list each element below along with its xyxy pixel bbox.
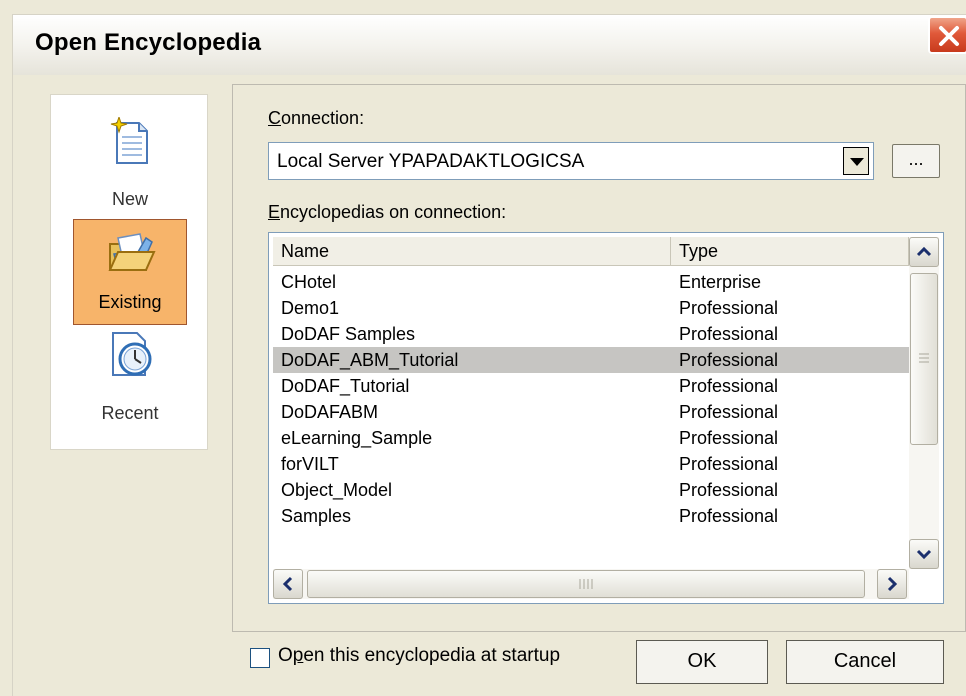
row-name: forVILT [281,454,339,474]
scroll-down-button[interactable] [909,539,939,569]
mode-existing-label: Existing [98,292,162,312]
table-row[interactable]: Object_Model Professional [273,477,909,503]
row-name: DoDAF_Tutorial [281,376,410,396]
connection-select[interactable]: Local Server YPAPADAKTLOGICSA [268,142,874,180]
encyclopedia-list[interactable]: Name Type CHotel Enterprise Demo1 Professio… [268,232,944,604]
ok-button[interactable]: OK [636,640,768,684]
mode-panel: New Existing Recent [50,94,208,450]
row-name: CHotel [281,272,337,292]
scroll-up-button[interactable] [909,237,939,267]
connection-value: Local Server YPAPADAKTLOGICSA [277,151,585,172]
row-name: DoDAF_ABM_Tutorial [281,350,459,370]
table-row[interactable]: Demo1 Professional [273,295,909,321]
table-row[interactable]: CHotel Enterprise [273,269,909,295]
open-at-startup-label[interactable]: Open this encyclopedia at startup [278,645,560,667]
row-type: Professional [679,402,779,422]
row-name: Object_Model [281,480,393,500]
cancel-button[interactable]: Cancel [786,640,944,684]
row-type: Enterprise [679,272,762,292]
scroll-left-button[interactable] [273,569,303,599]
column-header-name[interactable]: Name [273,237,671,265]
row-name: DoDAFABM [281,402,379,422]
mode-new-label: New [111,189,148,209]
row-name: eLearning_Sample [281,428,433,448]
row-type: Professional [679,376,779,396]
table-row[interactable]: Samples Professional [273,503,909,529]
mode-new[interactable]: New [73,105,187,211]
open-folder-icon [108,233,156,271]
close-button[interactable] [928,16,966,54]
title-bar: Open Encyclopedia [12,14,966,75]
mode-recent[interactable]: Recent [73,329,187,435]
new-document-icon [110,117,148,164]
row-type: Professional [679,350,779,370]
grip-icon [919,353,929,363]
browse-connection-button[interactable]: ... [892,144,940,178]
vertical-scrollbar[interactable] [909,237,939,569]
scroll-right-button[interactable] [877,569,907,599]
row-type: Professional [679,454,779,474]
table-row[interactable]: DoDAFABM Professional [273,399,909,425]
arrow-left-icon [282,576,293,592]
row-type: Professional [679,298,779,318]
window-frame [12,74,13,696]
arrow-right-icon [887,576,898,592]
column-header-type[interactable]: Type [671,237,909,265]
mode-recent-label: Recent [101,403,159,423]
table-row[interactable]: DoDAF Samples Professional [273,321,909,347]
connection-label: Connection: [268,108,365,128]
horizontal-scroll-thumb[interactable] [307,570,865,598]
row-type: Professional [679,506,779,526]
table-row[interactable]: forVILT Professional [273,451,909,477]
close-icon [939,26,959,46]
grip-icon [579,579,593,589]
row-type: Professional [679,324,779,344]
mode-existing[interactable]: Existing [73,219,187,325]
row-name: Demo1 [281,298,340,318]
table-row[interactable]: eLearning_Sample Professional [273,425,909,451]
row-type: Professional [679,428,779,448]
row-name: Samples [281,506,352,526]
list-header: Name Type [273,237,909,266]
open-at-startup-checkbox[interactable] [250,648,270,668]
window-title: Open Encyclopedia [35,29,262,56]
chevron-down-icon[interactable] [843,147,869,175]
table-row[interactable]: DoDAF_ABM_Tutorial Professional [273,347,909,373]
recent-clock-icon [112,332,152,376]
row-type: Professional [679,480,779,500]
horizontal-scrollbar[interactable] [273,569,909,599]
table-row[interactable]: DoDAF_Tutorial Professional [273,373,909,399]
vertical-scroll-thumb[interactable] [910,273,938,445]
arrow-down-icon [916,549,932,560]
arrow-up-icon [916,246,932,257]
encyclopedias-label: Encyclopedias on connection: [268,202,507,222]
row-name: DoDAF Samples [281,324,416,344]
